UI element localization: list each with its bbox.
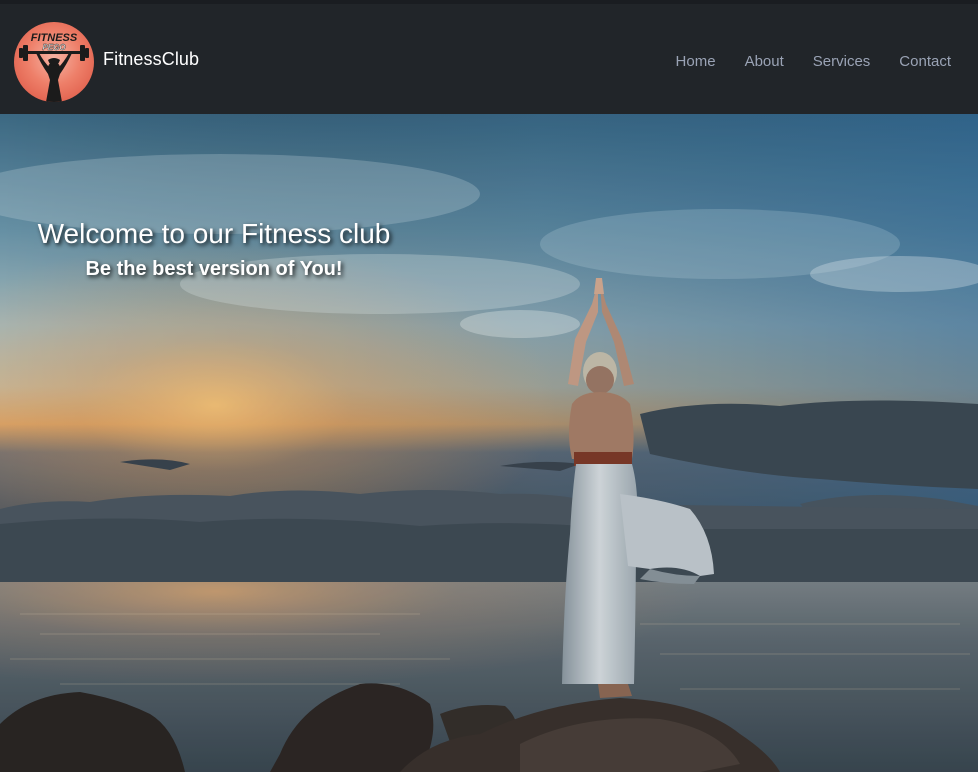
hero-section: Welcome to our Fitness club Be the best … (0, 114, 978, 772)
hero-title: Welcome to our Fitness club (37, 218, 391, 249)
logo-icon: FITNESS PEGO (19, 32, 89, 102)
page: FITNESS PEGO FitnessClub Home About Serv… (0, 0, 978, 772)
nav-link-home[interactable]: Home (676, 53, 716, 70)
brand-name[interactable]: FitnessClub (103, 49, 199, 70)
brand-link[interactable]: FITNESS PEGO FitnessClub (14, 22, 199, 102)
nav-link-services[interactable]: Services (813, 53, 871, 70)
nav-links: Home About Services Contact (647, 53, 951, 70)
navbar: FITNESS PEGO FitnessClub Home About Serv… (0, 0, 978, 114)
hero-text: Welcome to our Fitness club Be the best … (29, 212, 399, 282)
logo-text-bottom: PEGO (42, 43, 66, 52)
nav-link-about[interactable]: About (745, 53, 784, 70)
hero-subtitle: Be the best version of You! (85, 258, 343, 280)
logo: FITNESS PEGO (14, 22, 94, 102)
nav-link-contact[interactable]: Contact (899, 53, 951, 70)
